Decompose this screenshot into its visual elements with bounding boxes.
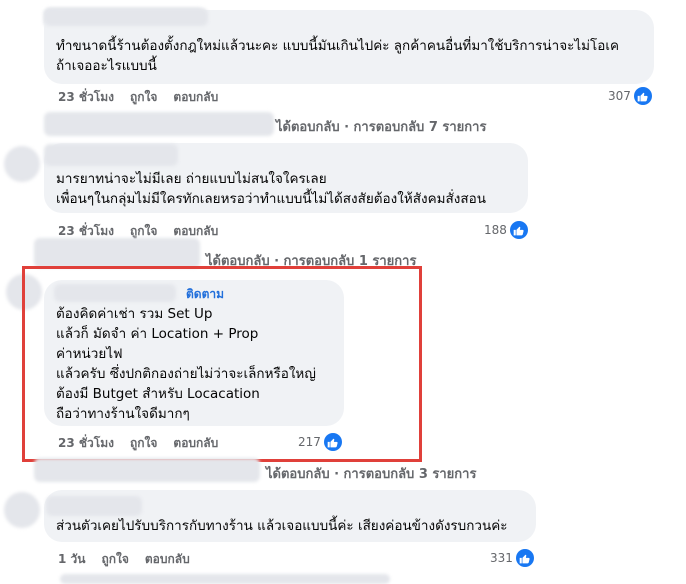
reaction-count[interactable]: 188 xyxy=(484,221,528,239)
like-count: 188 xyxy=(484,223,507,237)
like-button[interactable]: ถูกใจ xyxy=(130,88,157,107)
timestamp[interactable]: 23 ชั่วโมง xyxy=(58,434,114,453)
follow-link[interactable]: ติดตาม xyxy=(186,287,224,301)
thumbs-up-icon xyxy=(633,87,652,105)
like-count: 307 xyxy=(608,89,631,103)
comment-text: ต้องคิดค่าเช่า รวม Set Up xyxy=(56,306,213,322)
reply-button[interactable]: ตอบกลับ xyxy=(145,550,190,569)
reaction-count[interactable]: 217 xyxy=(298,433,342,451)
reaction-count[interactable]: 307 xyxy=(608,87,652,105)
view-replies[interactable]: ได้ตอบกลับ · การตอบกลับ 1 รายการ xyxy=(206,250,416,271)
comment-text: ถ้าเจออะไรแบบนี้ xyxy=(56,58,157,74)
avatar xyxy=(4,492,40,528)
reply-button[interactable]: ตอบกลับ xyxy=(173,434,218,453)
comment-text: เพื่อนๆในกลุ่มไม่มีใครทักเลยหรอว่าทำแบบน… xyxy=(56,191,486,207)
view-replies[interactable]: ได้ตอบกลับ · การตอบกลับ 7 รายการ xyxy=(276,116,486,137)
reply-button[interactable]: ตอบกลับ xyxy=(173,88,218,107)
comment-text: ถือว่าทางร้านใจดีมากๆ xyxy=(56,406,190,422)
comment-text: ส่วนตัวเคยไปรับบริการกับทางร้าน แล้วเจอแ… xyxy=(56,518,508,534)
comment-text: ค่าหน่วยไฟ xyxy=(56,346,123,362)
avatar xyxy=(6,274,42,310)
blurred-name xyxy=(46,496,142,516)
blurred-avatars xyxy=(44,112,274,136)
comment-text: มารยาทน่าจะไม่มีเลย ถ่ายแบบไม่สนใจใครเลย xyxy=(56,171,327,187)
blurred-name xyxy=(44,8,208,26)
blurred-avatars xyxy=(60,574,390,584)
timestamp[interactable]: 1 วัน xyxy=(58,550,85,569)
thumbs-up-icon xyxy=(515,549,534,567)
comment-actions: 1 วัน ถูกใจ ตอบกลับ xyxy=(58,550,190,569)
comment-actions: 23 ชั่วโมง ถูกใจ ตอบกลับ xyxy=(58,88,218,107)
timestamp[interactable]: 23 ชั่วโมง xyxy=(58,88,114,107)
blurred-avatars xyxy=(34,458,260,482)
comment-text: ทำขนาดนี้ร้านต้องตั้งกฎใหม่แล้วนะคะ แบบน… xyxy=(56,38,620,54)
thumbs-up-icon xyxy=(509,221,528,239)
blurred-name xyxy=(54,284,176,302)
avatar xyxy=(4,146,40,182)
comment-actions: 23 ชั่วโมง ถูกใจ ตอบกลับ xyxy=(58,434,218,453)
comment-text: แล้วก็ มัดจำ ค่า Location + Prop xyxy=(56,326,259,342)
view-replies[interactable]: ได้ตอบกลับ · การตอบกลับ 3 รายการ xyxy=(266,463,476,484)
like-count: 331 xyxy=(490,551,513,565)
blurred-avatars xyxy=(34,238,200,268)
like-button[interactable]: ถูกใจ xyxy=(130,434,157,453)
reaction-count[interactable]: 331 xyxy=(490,549,534,567)
like-count: 217 xyxy=(298,435,321,449)
comment-text: แล้วครับ ซึ่งปกติกองถ่ายไม่ว่าจะเล็กหรือ… xyxy=(56,366,316,382)
blurred-name xyxy=(44,144,178,166)
like-button[interactable]: ถูกใจ xyxy=(101,550,128,569)
thumbs-up-icon xyxy=(323,433,342,451)
comment-text: ต้องมี Butget สำหรับ Locacation xyxy=(56,386,260,402)
